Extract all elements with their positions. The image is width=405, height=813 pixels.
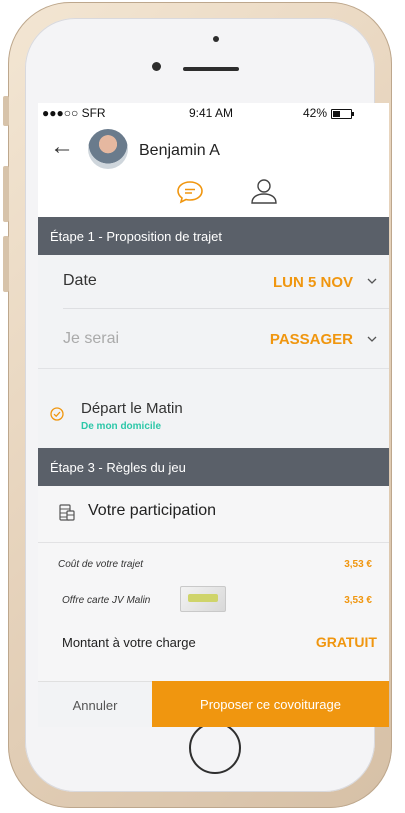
coins-icon xyxy=(59,504,75,521)
front-camera xyxy=(152,62,161,71)
battery-icon xyxy=(331,109,354,119)
departure-subtitle: De mon domicile xyxy=(81,421,162,432)
status-bar: ●●●○○ SFR 9:41 AM 42% xyxy=(38,103,389,125)
participation-panel: Votre participation Coût de votre trajet… xyxy=(38,486,389,686)
check-circle-icon xyxy=(50,407,64,421)
date-value: LUN 5 NOV xyxy=(272,274,353,291)
role-value: PASSAGER xyxy=(269,331,353,348)
cost-label: Coût de votre trajet xyxy=(58,559,144,570)
mute-switch xyxy=(3,96,9,126)
clock: 9:41 AM xyxy=(189,106,234,120)
arrow-left-icon[interactable]: ← xyxy=(50,135,74,159)
carrier-label: ●●●○○ SFR xyxy=(42,106,106,120)
home-button[interactable] xyxy=(189,722,241,774)
departure-title: Départ le Matin xyxy=(81,400,183,417)
offer-value: 3,53 € xyxy=(344,595,372,606)
proximity-sensor xyxy=(213,36,219,42)
divider xyxy=(38,542,389,543)
date-label: Date xyxy=(63,272,97,289)
participation-title: Votre participation xyxy=(88,502,217,519)
role-label: Je serai xyxy=(63,330,120,347)
amount-label: Montant à votre charge xyxy=(62,635,196,650)
role-row[interactable]: Je serai PASSAGER xyxy=(38,309,389,368)
battery-percent: 42% xyxy=(303,106,328,120)
conversation-header: ← Benjamin A xyxy=(38,125,389,177)
cancel-button[interactable]: Annuler xyxy=(38,681,152,727)
avatar[interactable] xyxy=(88,129,128,169)
jv-malin-card-image xyxy=(180,586,226,612)
step1-header: Étape 1 - Proposition de trajet xyxy=(38,217,389,255)
person-icon[interactable] xyxy=(251,178,277,204)
tab-bar xyxy=(38,177,389,218)
chevron-down-icon xyxy=(367,336,377,342)
app-screen: ●●●○○ SFR 9:41 AM 42% ← Benjamin A Étape… xyxy=(38,103,389,727)
step3-header: Étape 3 - Règles du jeu xyxy=(38,448,389,486)
cost-value: 3,53 € xyxy=(344,559,372,570)
offer-label: Offre carte JV Malin xyxy=(62,595,151,606)
volume-down-button xyxy=(3,236,9,292)
departure-option[interactable]: Départ le Matin De mon domicile xyxy=(38,368,389,449)
chat-icon[interactable] xyxy=(176,180,204,204)
volume-up-button xyxy=(3,166,9,222)
chevron-down-icon xyxy=(367,278,377,284)
user-name: Benjamin A xyxy=(139,142,220,159)
action-footer: Annuler Proposer ce covoiturage xyxy=(38,681,389,727)
earpiece-speaker xyxy=(183,67,239,71)
propose-carpool-button[interactable]: Proposer ce covoiturage xyxy=(152,681,389,727)
amount-value: GRATUIT xyxy=(315,634,377,650)
date-row[interactable]: Date LUN 5 NOV xyxy=(38,255,389,309)
